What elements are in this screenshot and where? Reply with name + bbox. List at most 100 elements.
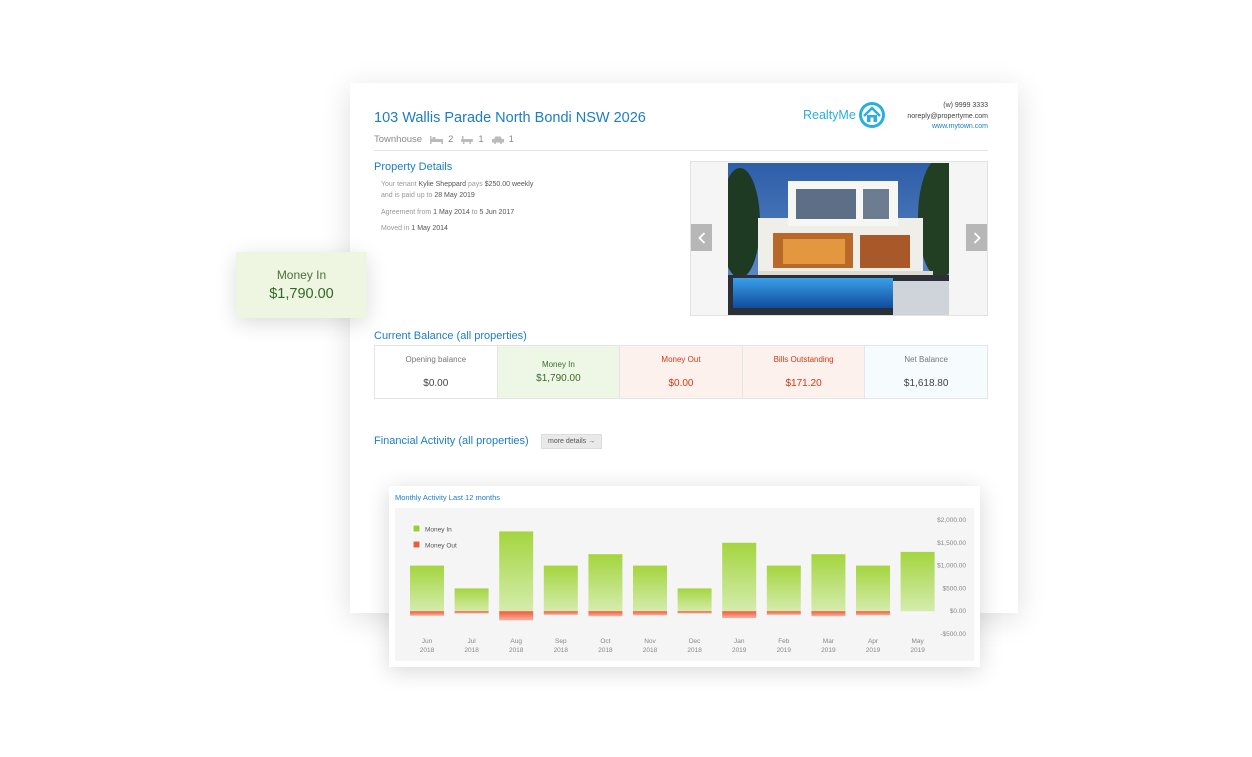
opening-balance-label: Opening balance — [405, 355, 467, 364]
agency-website[interactable]: www.mytown.com — [907, 122, 988, 133]
header-divider — [374, 150, 988, 151]
money-in-summary-label: Money In — [276, 268, 327, 282]
bills-outstanding-cell: Bills Outstanding $171.20 — [742, 346, 866, 398]
money-in-summary-card: Money In $1,790.00 — [236, 252, 367, 318]
rent-amount: $250.00 weekly — [484, 181, 534, 188]
tenant-line: Your tenant Kylie Sheppard pays $250.00 … — [381, 181, 534, 188]
y-tick-3: $500.00 — [943, 585, 967, 592]
monthly-activity-chart: Jun 2018 Jul 2018 Aug 2018 Sep 2018 Oct 2018 Nov 20… — [410, 517, 967, 654]
x-tick-month-10: Apr — [868, 638, 879, 645]
moved-in-date: 1 May 2014 — [411, 225, 448, 232]
money-in-value: $1,790.00 — [536, 373, 581, 384]
x-tick-year-4: 2018 — [598, 647, 613, 654]
net-balance-cell: Net Balance $1,618.80 — [865, 346, 987, 398]
brand-name: RealtyMe — [803, 108, 856, 122]
y-tick-5: -$500.00 — [940, 631, 966, 638]
bar-money-in-9 — [811, 554, 846, 612]
bathrooms-count: 1 — [478, 134, 484, 145]
legend-swatch-1 — [412, 540, 421, 549]
x-tick-month-9: Mar — [823, 638, 835, 645]
property-photo-gallery — [690, 161, 988, 316]
bathrooms: 1 — [461, 134, 484, 145]
x-tick-month-5: Nov — [644, 638, 656, 645]
money-in-summary-value: $1,790.00 — [269, 286, 334, 302]
property-photo — [728, 163, 949, 315]
x-tick-year-7: 2019 — [732, 647, 747, 654]
car-icon — [491, 136, 504, 144]
bar-money-out-6 — [677, 611, 712, 614]
bar-money-out-4 — [588, 611, 623, 617]
gallery-next-button[interactable] — [966, 224, 987, 251]
balance-summary: Opening balance $0.00 Money In $1,790.00… — [374, 345, 988, 399]
bar-money-in-5 — [633, 565, 667, 612]
y-tick-2: $1,000.00 — [937, 563, 966, 570]
agency-contact: (w) 9999 3333 noreply@propertyme.com www… — [907, 101, 988, 133]
bed-icon — [430, 135, 444, 144]
bar-money-in-4 — [588, 554, 623, 612]
property-address: 103 Wallis Parade North Bondi NSW 2026 — [374, 110, 646, 126]
y-tick-4: $0.00 — [950, 608, 967, 615]
car-spaces: 1 — [491, 134, 514, 145]
x-tick-month-2: Aug — [510, 638, 522, 645]
x-tick-year-11: 2019 — [910, 647, 925, 654]
x-tick-month-0: Jun — [422, 638, 433, 645]
bar-money-in-3 — [543, 565, 578, 612]
paid-up-date: 28 May 2019 — [434, 192, 475, 199]
bar-money-in-2 — [499, 531, 534, 612]
x-tick-month-1: Jul — [467, 638, 476, 645]
bar-money-out-7 — [722, 611, 757, 619]
x-tick-month-4: Oct — [600, 638, 610, 645]
legend-label-0: Money In — [425, 527, 452, 534]
bar-money-out-2 — [499, 611, 534, 621]
money-out-value: $0.00 — [668, 378, 694, 389]
x-tick-year-8: 2019 — [777, 647, 792, 654]
net-balance-value: $1,618.80 — [903, 378, 949, 389]
monthly-activity-chart-card: Monthly Activity Last 12 months Jun 2018 J… — [389, 486, 980, 667]
agreement-start: 1 May 2014 — [433, 209, 470, 216]
x-tick-year-6: 2018 — [687, 647, 702, 654]
bills-outstanding-label: Bills Outstanding — [773, 355, 834, 364]
chevron-right-icon — [973, 231, 981, 244]
x-tick-month-8: Feb — [778, 638, 790, 645]
bar-money-out-3 — [543, 611, 578, 615]
legend-swatch-0 — [412, 524, 421, 533]
x-tick-year-3: 2018 — [554, 647, 569, 654]
bar-money-in-11 — [900, 551, 935, 612]
x-tick-month-6: Dec — [689, 638, 701, 645]
bar-money-in-0 — [410, 565, 444, 612]
legend-label-1: Money Out — [425, 543, 457, 550]
moved-in-line: Moved in 1 May 2014 — [381, 225, 448, 232]
money-in-cell: Money In $1,790.00 — [497, 346, 621, 398]
opening-balance-value: $0.00 — [423, 378, 449, 389]
money-out-label: Money Out — [661, 355, 701, 364]
bar-money-out-0 — [410, 611, 444, 616]
car-spaces-count: 1 — [508, 134, 514, 145]
x-tick-month-11: May — [911, 638, 924, 645]
bar-money-in-6 — [677, 588, 712, 612]
x-tick-year-2: 2018 — [509, 647, 524, 654]
x-tick-month-7: Jan — [734, 638, 745, 645]
bedrooms-count: 2 — [448, 134, 454, 145]
gallery-prev-button[interactable] — [691, 224, 712, 251]
chevron-left-icon — [697, 231, 705, 244]
bar-money-out-5 — [633, 611, 667, 616]
property-summary: Townhouse 2 1 1 — [374, 134, 514, 145]
x-tick-year-5: 2018 — [643, 647, 658, 654]
y-tick-0: $2,000.00 — [937, 517, 966, 524]
paid-up-line: and is paid up to 28 May 2019 — [381, 192, 475, 199]
y-tick-1: $1,500.00 — [937, 540, 966, 547]
x-tick-year-0: 2018 — [420, 647, 435, 654]
bar-money-out-9 — [811, 611, 846, 617]
bar-money-in-10 — [856, 565, 890, 612]
agency-email[interactable]: noreply@propertyme.com — [907, 112, 988, 123]
bar-money-out-8 — [766, 611, 801, 615]
money-out-cell: Money Out $0.00 — [620, 346, 743, 398]
bills-outstanding-value: $171.20 — [785, 378, 822, 389]
more-details-button[interactable]: more details → — [541, 434, 603, 449]
opening-balance-cell: Opening balance $0.00 — [375, 346, 498, 398]
financial-activity-heading: Financial Activity (all properties) — [374, 435, 529, 447]
bedrooms: 2 — [430, 134, 453, 145]
bar-money-in-8 — [766, 565, 801, 612]
stage: 103 Wallis Parade North Bondi NSW 2026 T… — [0, 0, 1252, 757]
agency-phone: (w) 9999 3333 — [943, 102, 988, 109]
